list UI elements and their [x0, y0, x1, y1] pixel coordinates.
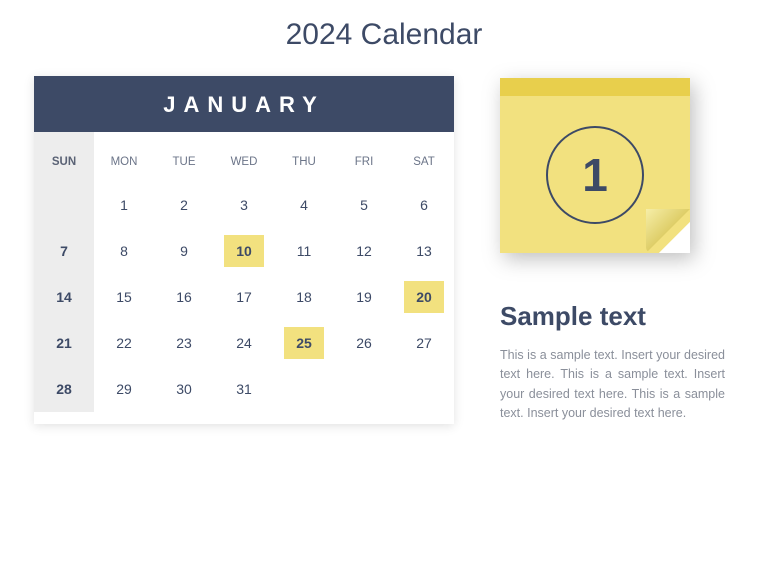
calendar-cell: 7	[34, 228, 94, 274]
calendar-cell: 14	[34, 274, 94, 320]
calendar-cell: 29	[94, 366, 154, 412]
calendar-cell: 25	[274, 320, 334, 366]
day-number: 5	[344, 189, 384, 221]
day-number: 19	[344, 281, 384, 313]
day-number: 7	[44, 235, 84, 267]
calendar-cell	[34, 182, 94, 228]
day-number: 27	[404, 327, 444, 359]
day-number: 30	[164, 373, 204, 405]
day-number: 16	[164, 281, 204, 313]
table-row: 14 15 16 17 18 19 20	[34, 274, 454, 320]
calendar-cell: 19	[334, 274, 394, 320]
day-number: 1	[104, 189, 144, 221]
day-number: 2	[164, 189, 204, 221]
day-number: 12	[344, 235, 384, 267]
calendar-cell	[274, 366, 334, 412]
day-header-mon: MON	[94, 132, 154, 182]
calendar-cell: 24	[214, 320, 274, 366]
day-header-tue: TUE	[154, 132, 214, 182]
calendar-cell: 16	[154, 274, 214, 320]
sample-heading: Sample text	[500, 301, 734, 332]
day-number: 8	[104, 235, 144, 267]
calendar-cell: 3	[214, 182, 274, 228]
calendar-cell: 27	[394, 320, 454, 366]
calendar-cell: 1	[94, 182, 154, 228]
calendar-cell: 31	[214, 366, 274, 412]
calendar-cell: 30	[154, 366, 214, 412]
calendar-cell: 9	[154, 228, 214, 274]
table-row: 789 10 11 12 13	[34, 228, 454, 274]
calendar-card: JANUARY SUN MON TUE WED THU FRI SAT 1234…	[34, 76, 454, 424]
calendar-cell: 20	[394, 274, 454, 320]
page-title: 2024 Calendar	[0, 0, 768, 66]
day-number: 25	[284, 327, 324, 359]
day-number: 29	[104, 373, 144, 405]
calendar-cell: 15	[94, 274, 154, 320]
day-number: 6	[404, 189, 444, 221]
day-number: 22	[104, 327, 144, 359]
calendar-cell: 28	[34, 366, 94, 412]
sticky-number-circle: 1	[546, 126, 644, 224]
content-row: JANUARY SUN MON TUE WED THU FRI SAT 1234…	[0, 66, 768, 424]
day-number: 28	[44, 373, 84, 405]
day-number: 24	[224, 327, 264, 359]
calendar-cell: 6	[394, 182, 454, 228]
day-number: 17	[224, 281, 264, 313]
day-header-thu: THU	[274, 132, 334, 182]
calendar-cell	[394, 366, 454, 412]
sample-body-text: This is a sample text. Insert your desir…	[500, 346, 725, 424]
calendar-cell: 11	[274, 228, 334, 274]
day-number: 14	[44, 281, 84, 313]
day-number: 15	[104, 281, 144, 313]
sticky-note: 1	[500, 78, 690, 253]
calendar-grid: SUN MON TUE WED THU FRI SAT 123456789101…	[34, 132, 454, 412]
sticky-note-top-bar	[500, 78, 690, 96]
calendar-cell: 4	[274, 182, 334, 228]
day-header-wed: WED	[214, 132, 274, 182]
calendar-cell	[334, 366, 394, 412]
calendar-cell: 12	[334, 228, 394, 274]
calendar-cell: 26	[334, 320, 394, 366]
day-number: 4	[284, 189, 324, 221]
table-row: 21 22 23 24 25 26 27	[34, 320, 454, 366]
day-number: 20	[404, 281, 444, 313]
calendar-cell: 17	[214, 274, 274, 320]
calendar-cell: 8	[94, 228, 154, 274]
day-header-row: SUN MON TUE WED THU FRI SAT	[34, 132, 454, 182]
day-number: 21	[44, 327, 84, 359]
day-header-sat: SAT	[394, 132, 454, 182]
calendar-cell: 22	[94, 320, 154, 366]
calendar-cell: 2	[154, 182, 214, 228]
day-number: 10	[224, 235, 264, 267]
calendar-cell: 5	[334, 182, 394, 228]
calendar-cell: 23	[154, 320, 214, 366]
day-number: 11	[284, 235, 324, 267]
day-header-fri: FRI	[334, 132, 394, 182]
table-row: 28 29 30 31	[34, 366, 454, 412]
day-number: 3	[224, 189, 264, 221]
calendar-cell: 13	[394, 228, 454, 274]
day-number: 31	[224, 373, 264, 405]
month-header: JANUARY	[34, 76, 454, 132]
sticky-note-body: 1	[500, 96, 690, 253]
page-curl-icon	[646, 209, 690, 253]
day-number: 26	[344, 327, 384, 359]
day-number: 23	[164, 327, 204, 359]
table-row: 123456	[34, 182, 454, 228]
day-number: 18	[284, 281, 324, 313]
calendar-cell: 21	[34, 320, 94, 366]
right-column: 1 Sample text This is a sample text. Ins…	[494, 76, 734, 424]
day-number: 9	[164, 235, 204, 267]
calendar-cell: 10	[214, 228, 274, 274]
day-header-sun: SUN	[34, 132, 94, 182]
sticky-number: 1	[582, 148, 608, 202]
day-number: 13	[404, 235, 444, 267]
calendar-cell: 18	[274, 274, 334, 320]
